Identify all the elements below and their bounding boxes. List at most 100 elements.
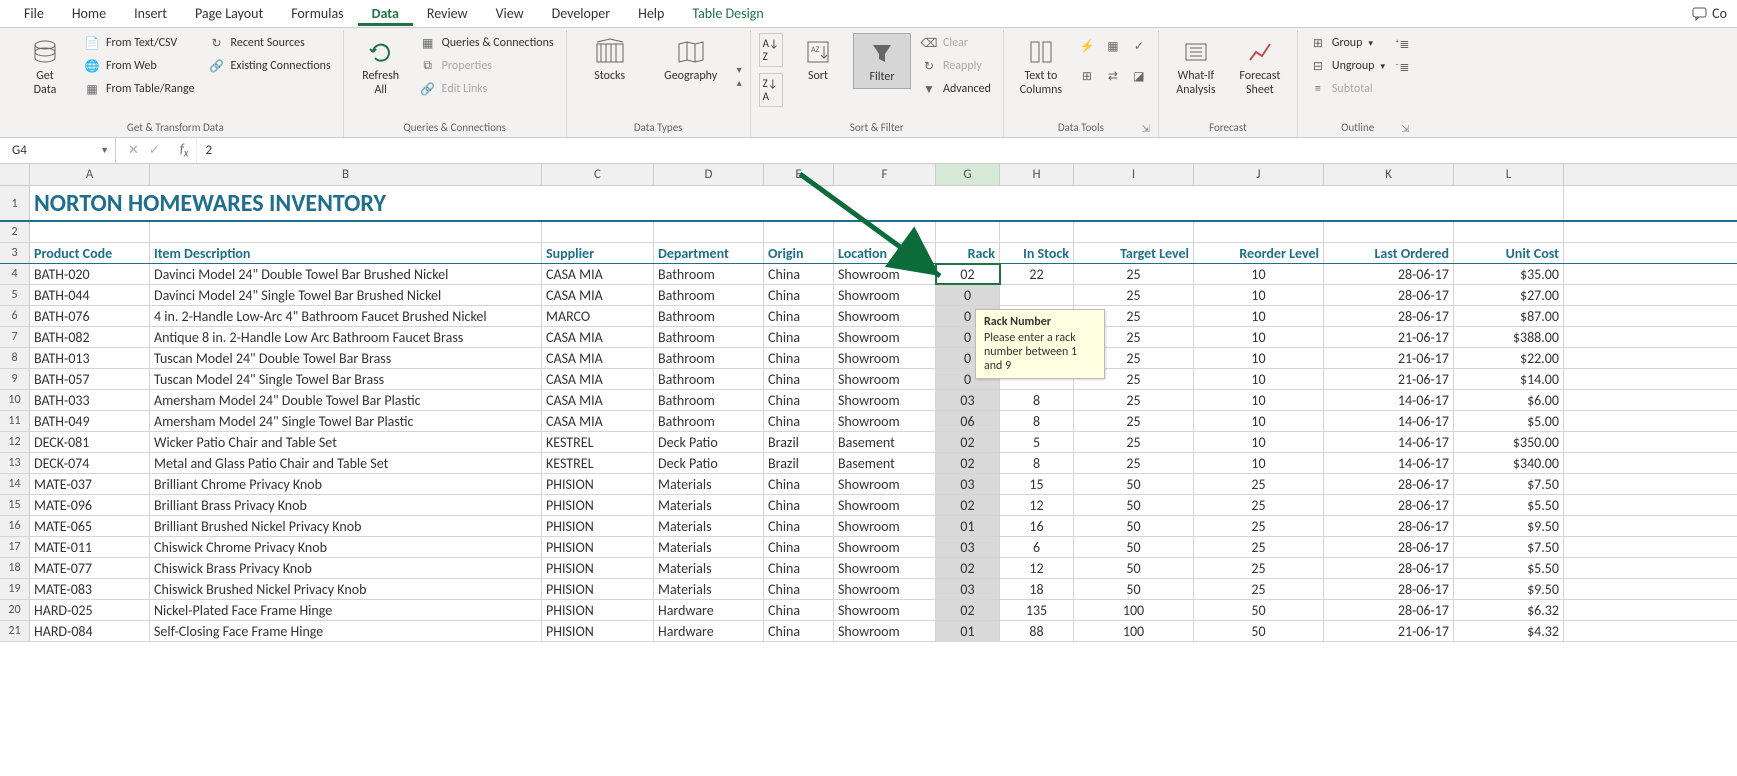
cell[interactable]: 50 bbox=[1074, 537, 1194, 557]
cell[interactable]: Target Level bbox=[1074, 243, 1194, 263]
cell[interactable]: China bbox=[764, 327, 834, 347]
cell[interactable]: Bathroom bbox=[654, 306, 764, 326]
cell[interactable]: Origin bbox=[764, 243, 834, 263]
cell[interactable]: China bbox=[764, 390, 834, 410]
cell[interactable]: China bbox=[764, 579, 834, 599]
column-header-D[interactable]: D bbox=[654, 164, 764, 185]
column-header-E[interactable]: E bbox=[764, 164, 834, 185]
cell[interactable]: Showroom bbox=[834, 369, 936, 389]
cell[interactable]: PHISION bbox=[542, 621, 654, 641]
cell[interactable] bbox=[1000, 285, 1074, 305]
row-header[interactable]: 9 bbox=[0, 369, 30, 389]
cell[interactable]: $5.50 bbox=[1454, 495, 1564, 515]
cell[interactable] bbox=[1324, 222, 1454, 242]
menu-home[interactable]: Home bbox=[58, 1, 120, 26]
cell[interactable]: BATH-044 bbox=[30, 285, 150, 305]
row-header[interactable]: 21 bbox=[0, 621, 30, 641]
cell[interactable]: 8 bbox=[1000, 453, 1074, 473]
column-header-A[interactable]: A bbox=[30, 164, 150, 185]
cell[interactable]: Deck Patio bbox=[654, 432, 764, 452]
cell[interactable]: Bathroom bbox=[654, 369, 764, 389]
cell[interactable]: In Stock bbox=[1000, 243, 1074, 263]
row-header[interactable]: 19 bbox=[0, 579, 30, 599]
cell[interactable]: 03 bbox=[936, 537, 1000, 557]
cell[interactable]: Showroom bbox=[834, 558, 936, 578]
cell[interactable]: $9.50 bbox=[1454, 579, 1564, 599]
text-to-columns[interactable]: Text to Columns bbox=[1012, 33, 1070, 101]
cell[interactable]: 10 bbox=[1194, 327, 1324, 347]
cell[interactable]: 50 bbox=[1194, 600, 1324, 620]
cell[interactable] bbox=[1074, 222, 1194, 242]
cell[interactable]: CASA MIA bbox=[542, 411, 654, 431]
accept-formula[interactable]: ✓ bbox=[149, 143, 160, 158]
row-header[interactable]: 10 bbox=[0, 390, 30, 410]
cell[interactable]: CASA MIA bbox=[542, 264, 654, 284]
cell[interactable]: 28-06-17 bbox=[1324, 285, 1454, 305]
cell[interactable]: 25 bbox=[1074, 285, 1194, 305]
cell[interactable]: CASA MIA bbox=[542, 390, 654, 410]
cell[interactable]: 02 bbox=[936, 495, 1000, 515]
cell[interactable]: 10 bbox=[1194, 432, 1324, 452]
cell[interactable]: CASA MIA bbox=[542, 327, 654, 347]
cell[interactable]: Rack bbox=[936, 243, 1000, 263]
cell[interactable]: 10 bbox=[1194, 453, 1324, 473]
cell[interactable]: $87.00 bbox=[1454, 306, 1564, 326]
row-header[interactable]: 8 bbox=[0, 348, 30, 368]
geography-button[interactable]: Geography bbox=[651, 33, 731, 87]
from-web[interactable]: 🌐From Web bbox=[80, 56, 199, 76]
inventory-title[interactable]: NORTON HOMEWARES INVENTORY bbox=[30, 186, 1564, 220]
remove-duplicates[interactable]: ▦ bbox=[1102, 33, 1124, 59]
cell[interactable]: MATE-011 bbox=[30, 537, 150, 557]
cell[interactable]: 28-06-17 bbox=[1324, 558, 1454, 578]
ungroup-rows[interactable]: ⊟Ungroup ▾ bbox=[1306, 56, 1389, 76]
cell[interactable]: China bbox=[764, 600, 834, 620]
row-header[interactable]: 14 bbox=[0, 474, 30, 494]
cell[interactable]: 10 bbox=[1194, 285, 1324, 305]
column-header-F[interactable]: F bbox=[834, 164, 936, 185]
cell[interactable]: PHISION bbox=[542, 600, 654, 620]
consolidate[interactable]: ⊞ bbox=[1076, 63, 1098, 89]
refresh-all-button[interactable]: Refresh All bbox=[352, 33, 410, 101]
recent-sources[interactable]: ↻Recent Sources bbox=[205, 33, 335, 53]
sort-desc[interactable]: Z↓A bbox=[759, 73, 783, 107]
cell[interactable]: BATH-049 bbox=[30, 411, 150, 431]
row-header[interactable]: 4 bbox=[0, 264, 30, 284]
row-header[interactable]: 16 bbox=[0, 516, 30, 536]
cell[interactable]: Davinci Model 24" Single Towel Bar Brush… bbox=[150, 285, 542, 305]
cell[interactable]: DECK-081 bbox=[30, 432, 150, 452]
cell[interactable]: Showroom bbox=[834, 348, 936, 368]
cell[interactable]: Location bbox=[834, 243, 936, 263]
cell[interactable]: 16 bbox=[1000, 516, 1074, 536]
cell[interactable]: 50 bbox=[1074, 516, 1194, 536]
cell[interactable]: Showroom bbox=[834, 600, 936, 620]
cell[interactable]: 02 bbox=[936, 432, 1000, 452]
cell[interactable]: PHISION bbox=[542, 558, 654, 578]
cell[interactable] bbox=[1000, 222, 1074, 242]
cell[interactable]: 10 bbox=[1194, 306, 1324, 326]
column-header-L[interactable]: L bbox=[1454, 164, 1564, 185]
cell[interactable]: 22 bbox=[1000, 264, 1074, 284]
cell[interactable]: 25 bbox=[1194, 579, 1324, 599]
cell[interactable]: Department bbox=[654, 243, 764, 263]
menu-insert[interactable]: Insert bbox=[120, 1, 181, 26]
cell[interactable]: Tuscan Model 24" Single Towel Bar Brass bbox=[150, 369, 542, 389]
cell[interactable]: 10 bbox=[1194, 411, 1324, 431]
cell[interactable]: 21-06-17 bbox=[1324, 348, 1454, 368]
row-header[interactable]: 3 bbox=[0, 243, 30, 263]
column-header-G[interactable]: G bbox=[936, 164, 1000, 185]
cell[interactable]: Chiswick Chrome Privacy Knob bbox=[150, 537, 542, 557]
cell[interactable]: $22.00 bbox=[1454, 348, 1564, 368]
cell[interactable]: Product Code bbox=[30, 243, 150, 263]
cell[interactable]: MARCO bbox=[542, 306, 654, 326]
cell[interactable]: Last Ordered bbox=[1324, 243, 1454, 263]
cell[interactable]: Materials bbox=[654, 495, 764, 515]
flash-fill[interactable]: ⚡ bbox=[1076, 33, 1098, 59]
cell[interactable]: Showroom bbox=[834, 390, 936, 410]
cell[interactable]: $35.00 bbox=[1454, 264, 1564, 284]
menu-table-design[interactable]: Table Design bbox=[678, 1, 777, 26]
cell[interactable]: China bbox=[764, 537, 834, 557]
cell[interactable]: MATE-037 bbox=[30, 474, 150, 494]
cell[interactable]: Bathroom bbox=[654, 390, 764, 410]
cell[interactable] bbox=[542, 222, 654, 242]
queries-connections[interactable]: ▦Queries & Connections bbox=[416, 33, 558, 53]
